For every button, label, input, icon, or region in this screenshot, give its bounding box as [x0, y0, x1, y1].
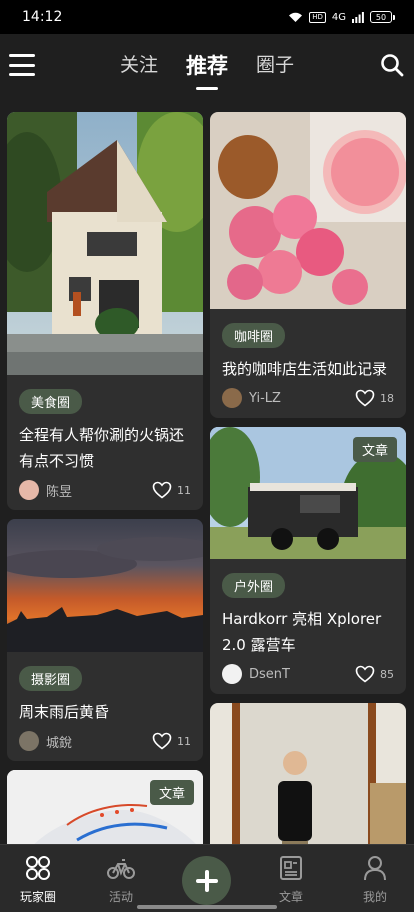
nav-label: 玩家圈 [19, 890, 56, 904]
post-card[interactable]: 摄影圈 周末雨后黄昏 城銳 11 [7, 519, 203, 761]
circle-tag[interactable]: 摄影圈 [19, 666, 83, 691]
post-image-camper: 文章 [210, 427, 406, 559]
author-name: 城銳 [46, 735, 73, 751]
person-icon [364, 856, 386, 881]
post-card[interactable] [210, 703, 406, 844]
signal-label: 4G [331, 11, 346, 23]
post-card[interactable]: 文章 户外圈 Hardkorr 亮相 Xplorer 2.0 露营车 DsenT… [210, 427, 406, 694]
article-icon [280, 856, 302, 880]
post-author[interactable]: 陈昱 [19, 480, 72, 500]
author-name: Yi-LZ [249, 390, 281, 406]
author-name: 陈昱 [46, 484, 73, 500]
status-bar: 14:12 HD 4G 50 [0, 0, 414, 34]
circle-tag[interactable]: 美食圈 [19, 389, 83, 414]
home-indicator [137, 905, 277, 909]
heart-icon [355, 665, 375, 683]
status-time: 14:12 [22, 9, 63, 25]
like-button[interactable]: 18 [355, 389, 394, 407]
battery-icon: 50 [370, 11, 395, 23]
post-author[interactable]: Yi-LZ [222, 388, 281, 408]
heart-icon [152, 481, 172, 499]
wifi-icon [289, 12, 303, 22]
plus-icon [195, 869, 218, 892]
nav-players-circle[interactable]: 玩家圈 [8, 855, 68, 905]
like-button[interactable]: 85 [355, 665, 394, 683]
avatar [222, 664, 242, 684]
like-button[interactable]: 11 [152, 732, 191, 750]
post-image-house [7, 112, 203, 375]
status-icons: HD 4G 50 [288, 11, 395, 23]
like-count: 85 [380, 667, 394, 681]
circle-tag[interactable]: 户外圈 [222, 573, 286, 598]
tab-circles[interactable]: 圈子 [256, 50, 294, 90]
post-image-flowers-cake [210, 112, 406, 309]
circle-tag[interactable]: 咖啡圈 [222, 323, 286, 348]
tab-recommended[interactable]: 推荐 [186, 50, 228, 90]
avatar [19, 731, 39, 751]
like-count: 11 [177, 734, 191, 748]
tab-following[interactable]: 关注 [120, 50, 158, 90]
top-nav: 关注 推荐 圈子 [0, 34, 414, 96]
post-author[interactable]: 城銳 [19, 731, 72, 751]
top-tabs: 关注 推荐 圈子 [0, 50, 414, 90]
post-card[interactable]: 文章 [7, 770, 203, 844]
feed: 美食圈 全程有人帮你涮的火锅还有点不习惯 陈昱 11 摄影圈 周末雨后黄昏 城銳… [0, 112, 414, 844]
post-image-sunset [7, 519, 203, 652]
like-button[interactable]: 11 [152, 481, 191, 499]
article-badge: 文章 [149, 780, 194, 805]
article-badge: 文章 [352, 437, 397, 462]
like-count: 11 [177, 483, 191, 497]
nav-label: 活动 [108, 890, 133, 904]
nav-articles[interactable]: 文章 [261, 855, 321, 905]
feed-column-right: 咖啡圈 我的咖啡店生活如此记录 Yi-LZ 18 文章 户外圈 Hardkorr… [210, 112, 406, 844]
post-title: Hardkorr 亮相 Xplorer 2.0 露营车 [222, 610, 382, 654]
avatar [222, 388, 242, 408]
signal-icon [352, 11, 364, 23]
nav-activities[interactable]: 活动 [91, 855, 151, 905]
author-name: DsenT [249, 666, 290, 682]
post-title: 周末雨后黄昏 [19, 703, 110, 721]
nav-label: 文章 [278, 890, 303, 904]
post-card[interactable]: 美食圈 全程有人帮你涮的火锅还有点不习惯 陈昱 11 [7, 112, 203, 510]
post-title: 全程有人帮你涮的火锅还有点不习惯 [19, 426, 185, 470]
nav-label: 我的 [362, 890, 387, 904]
like-count: 18 [380, 391, 394, 405]
post-card[interactable]: 咖啡圈 我的咖啡店生活如此记录 Yi-LZ 18 [210, 112, 406, 418]
post-image-mirror-selfie [210, 703, 406, 844]
search-icon[interactable] [380, 53, 404, 77]
avatar [19, 480, 39, 500]
hd-badge: HD [309, 11, 326, 23]
post-image-sneaker: 文章 [7, 770, 203, 844]
post-author[interactable]: DsenT [222, 664, 290, 684]
create-post-button[interactable] [182, 856, 231, 905]
bike-icon [107, 859, 135, 879]
bottom-nav: 玩家圈 活动 文章 我的 [0, 844, 414, 912]
heart-icon [152, 732, 172, 750]
feed-column-left: 美食圈 全程有人帮你涮的火锅还有点不习惯 陈昱 11 摄影圈 周末雨后黄昏 城銳… [7, 112, 203, 844]
grid-icon [26, 856, 50, 880]
heart-icon [355, 389, 375, 407]
post-title: 我的咖啡店生活如此记录 [222, 360, 388, 378]
nav-profile[interactable]: 我的 [345, 855, 405, 905]
battery-level: 50 [375, 12, 387, 22]
